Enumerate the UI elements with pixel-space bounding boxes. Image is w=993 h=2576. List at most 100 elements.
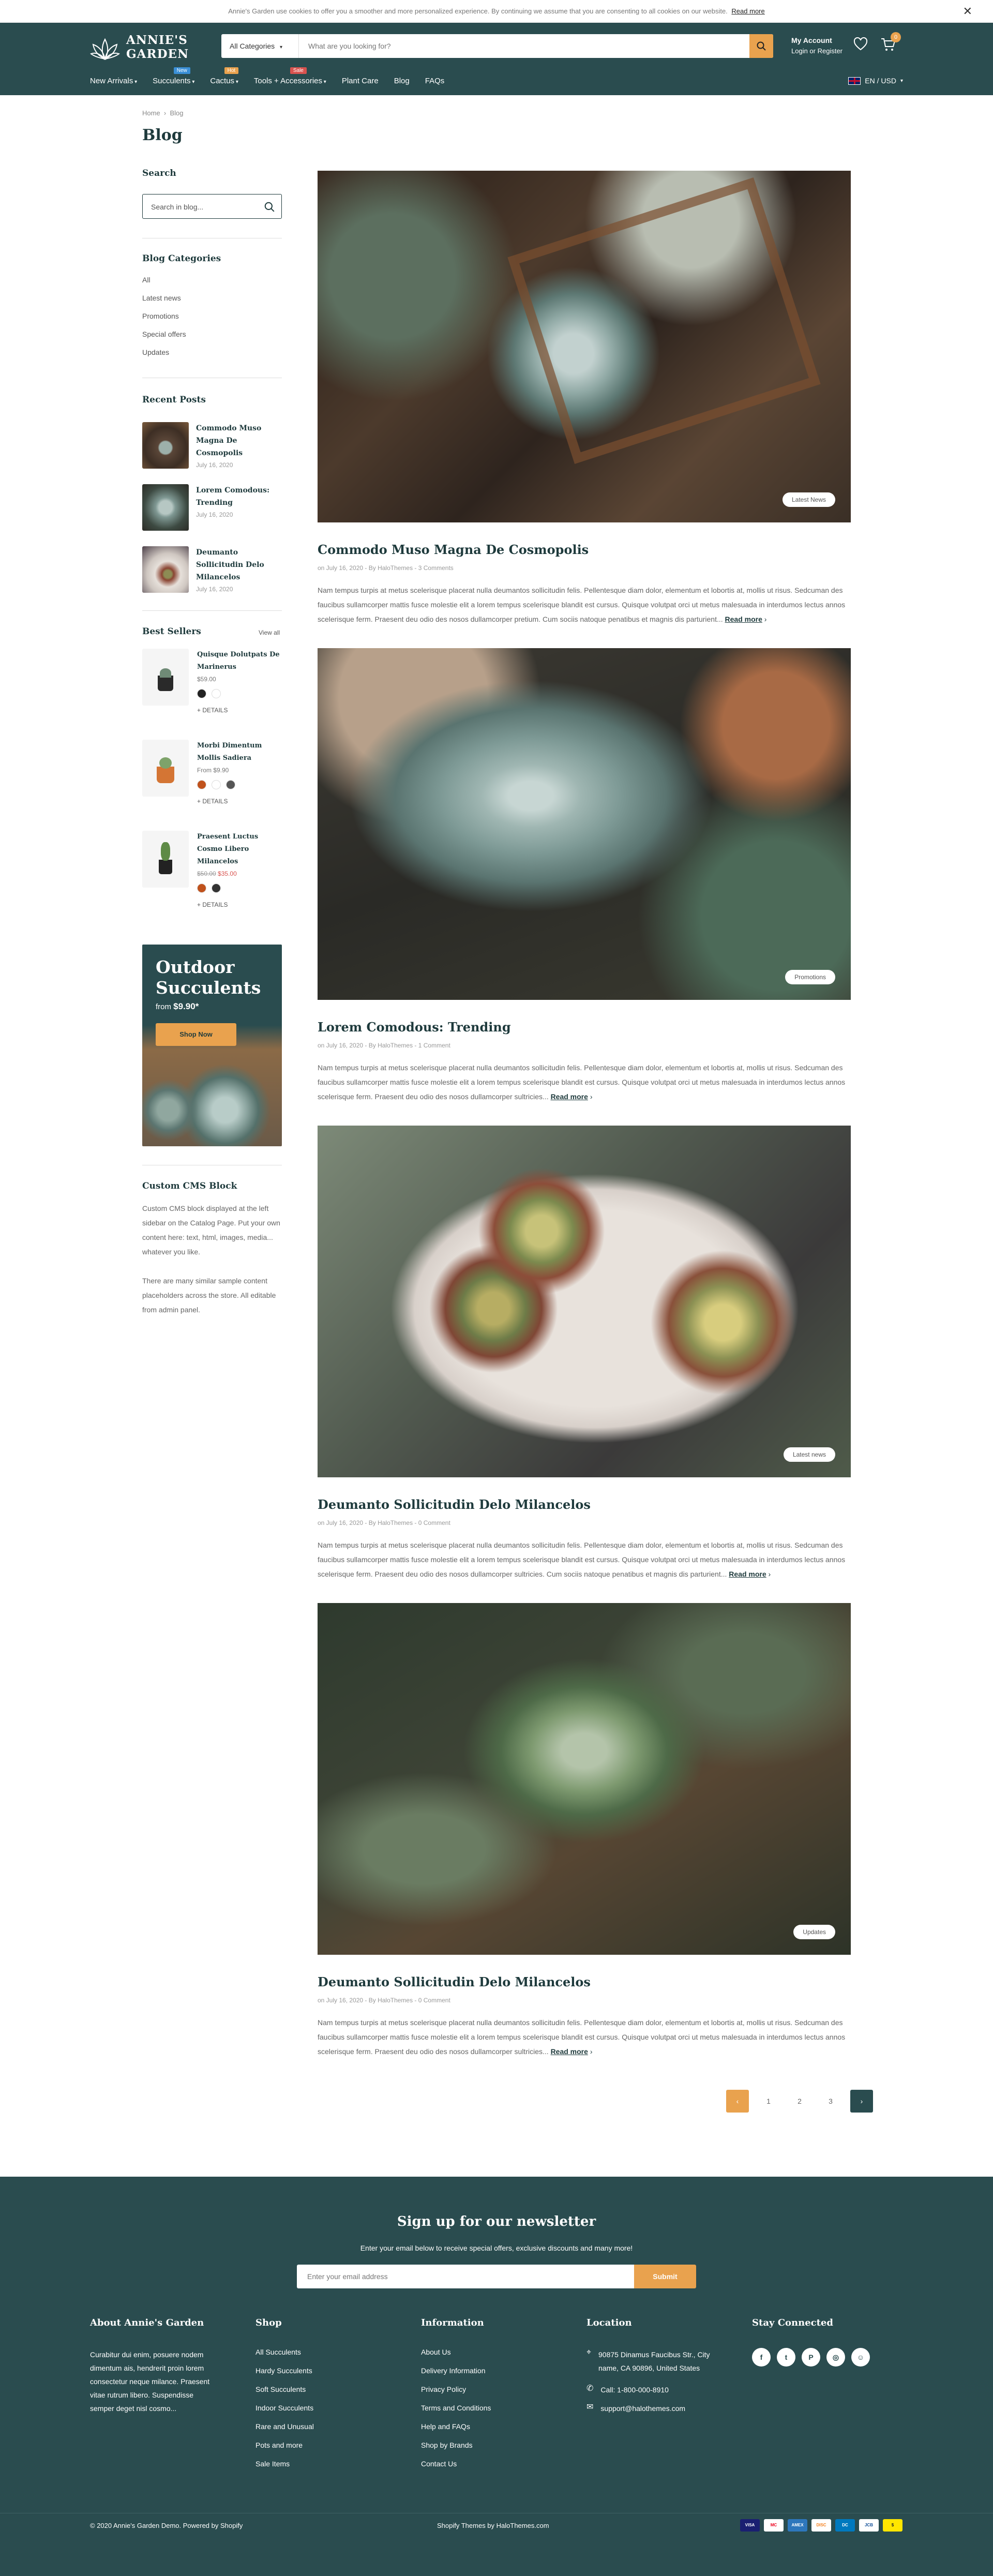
post-category-tag[interactable]: Updates	[793, 1925, 835, 1939]
nav-item-plant-care[interactable]: Plant Care	[342, 77, 379, 85]
nav-item-faqs[interactable]: FAQs	[425, 77, 445, 85]
swatch-gray[interactable]	[226, 780, 235, 789]
blog-category-link[interactable]: Updates	[142, 348, 186, 366]
footer-link[interactable]: Contact Us	[421, 2460, 491, 2478]
page-title: Blog	[142, 126, 183, 144]
recent-post[interactable]: Commodo Muso Magna De Cosmopolis July 16,…	[142, 422, 282, 469]
newsletter-email-input[interactable]: Enter your email address	[297, 2265, 634, 2288]
footer-link[interactable]: Pots and more	[255, 2441, 314, 2460]
read-more-link[interactable]: Read more	[725, 615, 762, 623]
swatch-terracotta[interactable]	[197, 780, 206, 789]
details-link[interactable]: + DETAILS	[197, 901, 282, 908]
footer-link[interactable]: Privacy Policy	[421, 2385, 491, 2404]
blog-category-link[interactable]: All	[142, 276, 186, 294]
post-title[interactable]: Deumanto Sollicitudin Delo Milancelos	[318, 1974, 851, 1989]
post-image[interactable]: Latest news	[318, 1126, 851, 1477]
promo-banner[interactable]: Outdoor Succulents from $9.90* Shop Now	[142, 945, 282, 1146]
post-title[interactable]: Lorem Comodous: Trending	[318, 1020, 851, 1035]
blog-category-link[interactable]: Latest news	[142, 294, 186, 312]
footer-link[interactable]: About Us	[421, 2348, 491, 2367]
product-title[interactable]: Quisque Dolutpats De Marinerus	[197, 649, 282, 673]
footer-link[interactable]: Soft Succulents	[255, 2385, 314, 2404]
cookie-read-more-link[interactable]: Read more	[731, 7, 764, 15]
recent-post-title[interactable]: Deumanto Sollicitudin Delo Milancelos	[196, 546, 282, 583]
nav-item-cactus[interactable]: Cactus ▾ Hot	[210, 67, 239, 85]
post-meta: on July 16, 2020 - By HaloThemes - 0 Com…	[318, 1519, 450, 1526]
wishlist-button[interactable]	[853, 37, 868, 53]
shop-now-button[interactable]: Shop Now	[156, 1023, 236, 1046]
recent-post-thumbnail[interactable]	[142, 546, 189, 593]
facebook-icon[interactable]: f	[752, 2348, 771, 2367]
post-image[interactable]: Promotions	[318, 648, 851, 1000]
footer-link[interactable]: Shop by Brands	[421, 2441, 491, 2460]
newsletter-submit-button[interactable]: Submit	[634, 2265, 696, 2288]
search-button[interactable]	[749, 34, 773, 58]
page-1[interactable]: 1	[757, 2090, 780, 2113]
product-image[interactable]	[142, 831, 189, 888]
view-all-link[interactable]: View all	[259, 629, 280, 636]
recent-post-title[interactable]: Commodo Muso Magna De Cosmopolis	[196, 422, 282, 459]
footer-link[interactable]: Hardy Succulents	[255, 2367, 314, 2385]
breadcrumb-home[interactable]: Home	[142, 109, 160, 117]
nav-item-succulents[interactable]: Succulents ▾ New	[153, 67, 194, 85]
swatch-terracotta[interactable]	[197, 883, 206, 893]
search-input[interactable]	[299, 34, 749, 58]
recent-post[interactable]: Lorem Comodous: Trending July 16, 2020	[142, 484, 282, 531]
product-image[interactable]	[142, 740, 189, 797]
read-more-link[interactable]: Read more	[551, 2047, 588, 2056]
page-2[interactable]: 2	[788, 2090, 811, 2113]
snapchat-icon[interactable]: ☺	[851, 2348, 870, 2367]
prev-page-button[interactable]: ‹	[726, 2090, 749, 2113]
recent-post[interactable]: Deumanto Sollicitudin Delo Milancelos Jul…	[142, 546, 282, 593]
swatch-white[interactable]	[212, 780, 221, 789]
instagram-icon[interactable]: ◎	[826, 2348, 845, 2367]
twitter-icon[interactable]: t	[777, 2348, 795, 2367]
search-icon[interactable]	[264, 201, 275, 213]
post-image[interactable]: Updates	[318, 1603, 851, 1955]
language-currency-select[interactable]: EN / USD ▾	[848, 77, 903, 85]
post-title[interactable]: Deumanto Sollicitudin Delo Milancelos	[318, 1497, 851, 1512]
category-select[interactable]: All Categories ▾	[221, 34, 299, 58]
footer-link[interactable]: Indoor Succulents	[255, 2404, 314, 2422]
read-more-link[interactable]: Read more	[729, 1570, 766, 1578]
post-category-tag[interactable]: Latest news	[783, 1447, 835, 1462]
blog-category-link[interactable]: Promotions	[142, 312, 186, 330]
post-image[interactable]: Latest News	[318, 171, 851, 522]
site-logo[interactable]: ANNIE'S GARDEN	[90, 33, 189, 61]
footer-email[interactable]: support@halothemes.com	[600, 2402, 685, 2415]
nav-item-new-arrivals[interactable]: New Arrivals ▾	[90, 77, 137, 85]
close-icon[interactable]: ✕	[963, 0, 972, 23]
nav-item-tools-accessories[interactable]: Tools + Accessories ▾ Sale	[254, 67, 326, 85]
footer-link[interactable]: Sale Items	[255, 2460, 314, 2478]
theme-credit[interactable]: Shopify Themes by HaloThemes.com	[437, 2522, 549, 2529]
footer-link[interactable]: Help and FAQs	[421, 2422, 491, 2441]
footer-link[interactable]: Terms and Conditions	[421, 2404, 491, 2422]
read-more-link[interactable]: Read more	[551, 1092, 588, 1101]
footer-phone[interactable]: Call: 1-800-000-8910	[600, 2383, 669, 2397]
swatch-black[interactable]	[212, 883, 221, 893]
blog-category-link[interactable]: Special offers	[142, 330, 186, 348]
product-title[interactable]: Morbi Dimentum Mollis Sadiera	[197, 740, 282, 765]
nav-item-blog[interactable]: Blog	[394, 77, 410, 85]
cart-button[interactable]: 0	[880, 32, 901, 54]
page-3[interactable]: 3	[819, 2090, 842, 2113]
post-category-tag[interactable]: Promotions	[785, 970, 835, 984]
footer-link[interactable]: Delivery Information	[421, 2367, 491, 2385]
product-title[interactable]: Praesent Luctus Cosmo Libero Milancelos	[197, 831, 282, 868]
blog-search-input[interactable]: Search in blog...	[142, 194, 282, 219]
post-title[interactable]: Commodo Muso Magna De Cosmopolis	[318, 542, 851, 557]
next-page-button[interactable]: ›	[850, 2090, 873, 2113]
swatch-white[interactable]	[212, 689, 221, 698]
footer-link[interactable]: Rare and Unusual	[255, 2422, 314, 2441]
recent-post-thumbnail[interactable]	[142, 422, 189, 469]
details-link[interactable]: + DETAILS	[197, 707, 282, 714]
details-link[interactable]: + DETAILS	[197, 798, 282, 805]
post-category-tag[interactable]: Latest News	[782, 492, 835, 507]
swatch-black[interactable]	[197, 689, 206, 698]
product-image[interactable]	[142, 649, 189, 706]
account-link[interactable]: My Account Login or Register	[791, 35, 842, 56]
pinterest-icon[interactable]: P	[802, 2348, 820, 2367]
recent-post-thumbnail[interactable]	[142, 484, 189, 531]
recent-post-title[interactable]: Lorem Comodous: Trending	[196, 484, 282, 509]
footer-link[interactable]: All Succulents	[255, 2348, 314, 2367]
